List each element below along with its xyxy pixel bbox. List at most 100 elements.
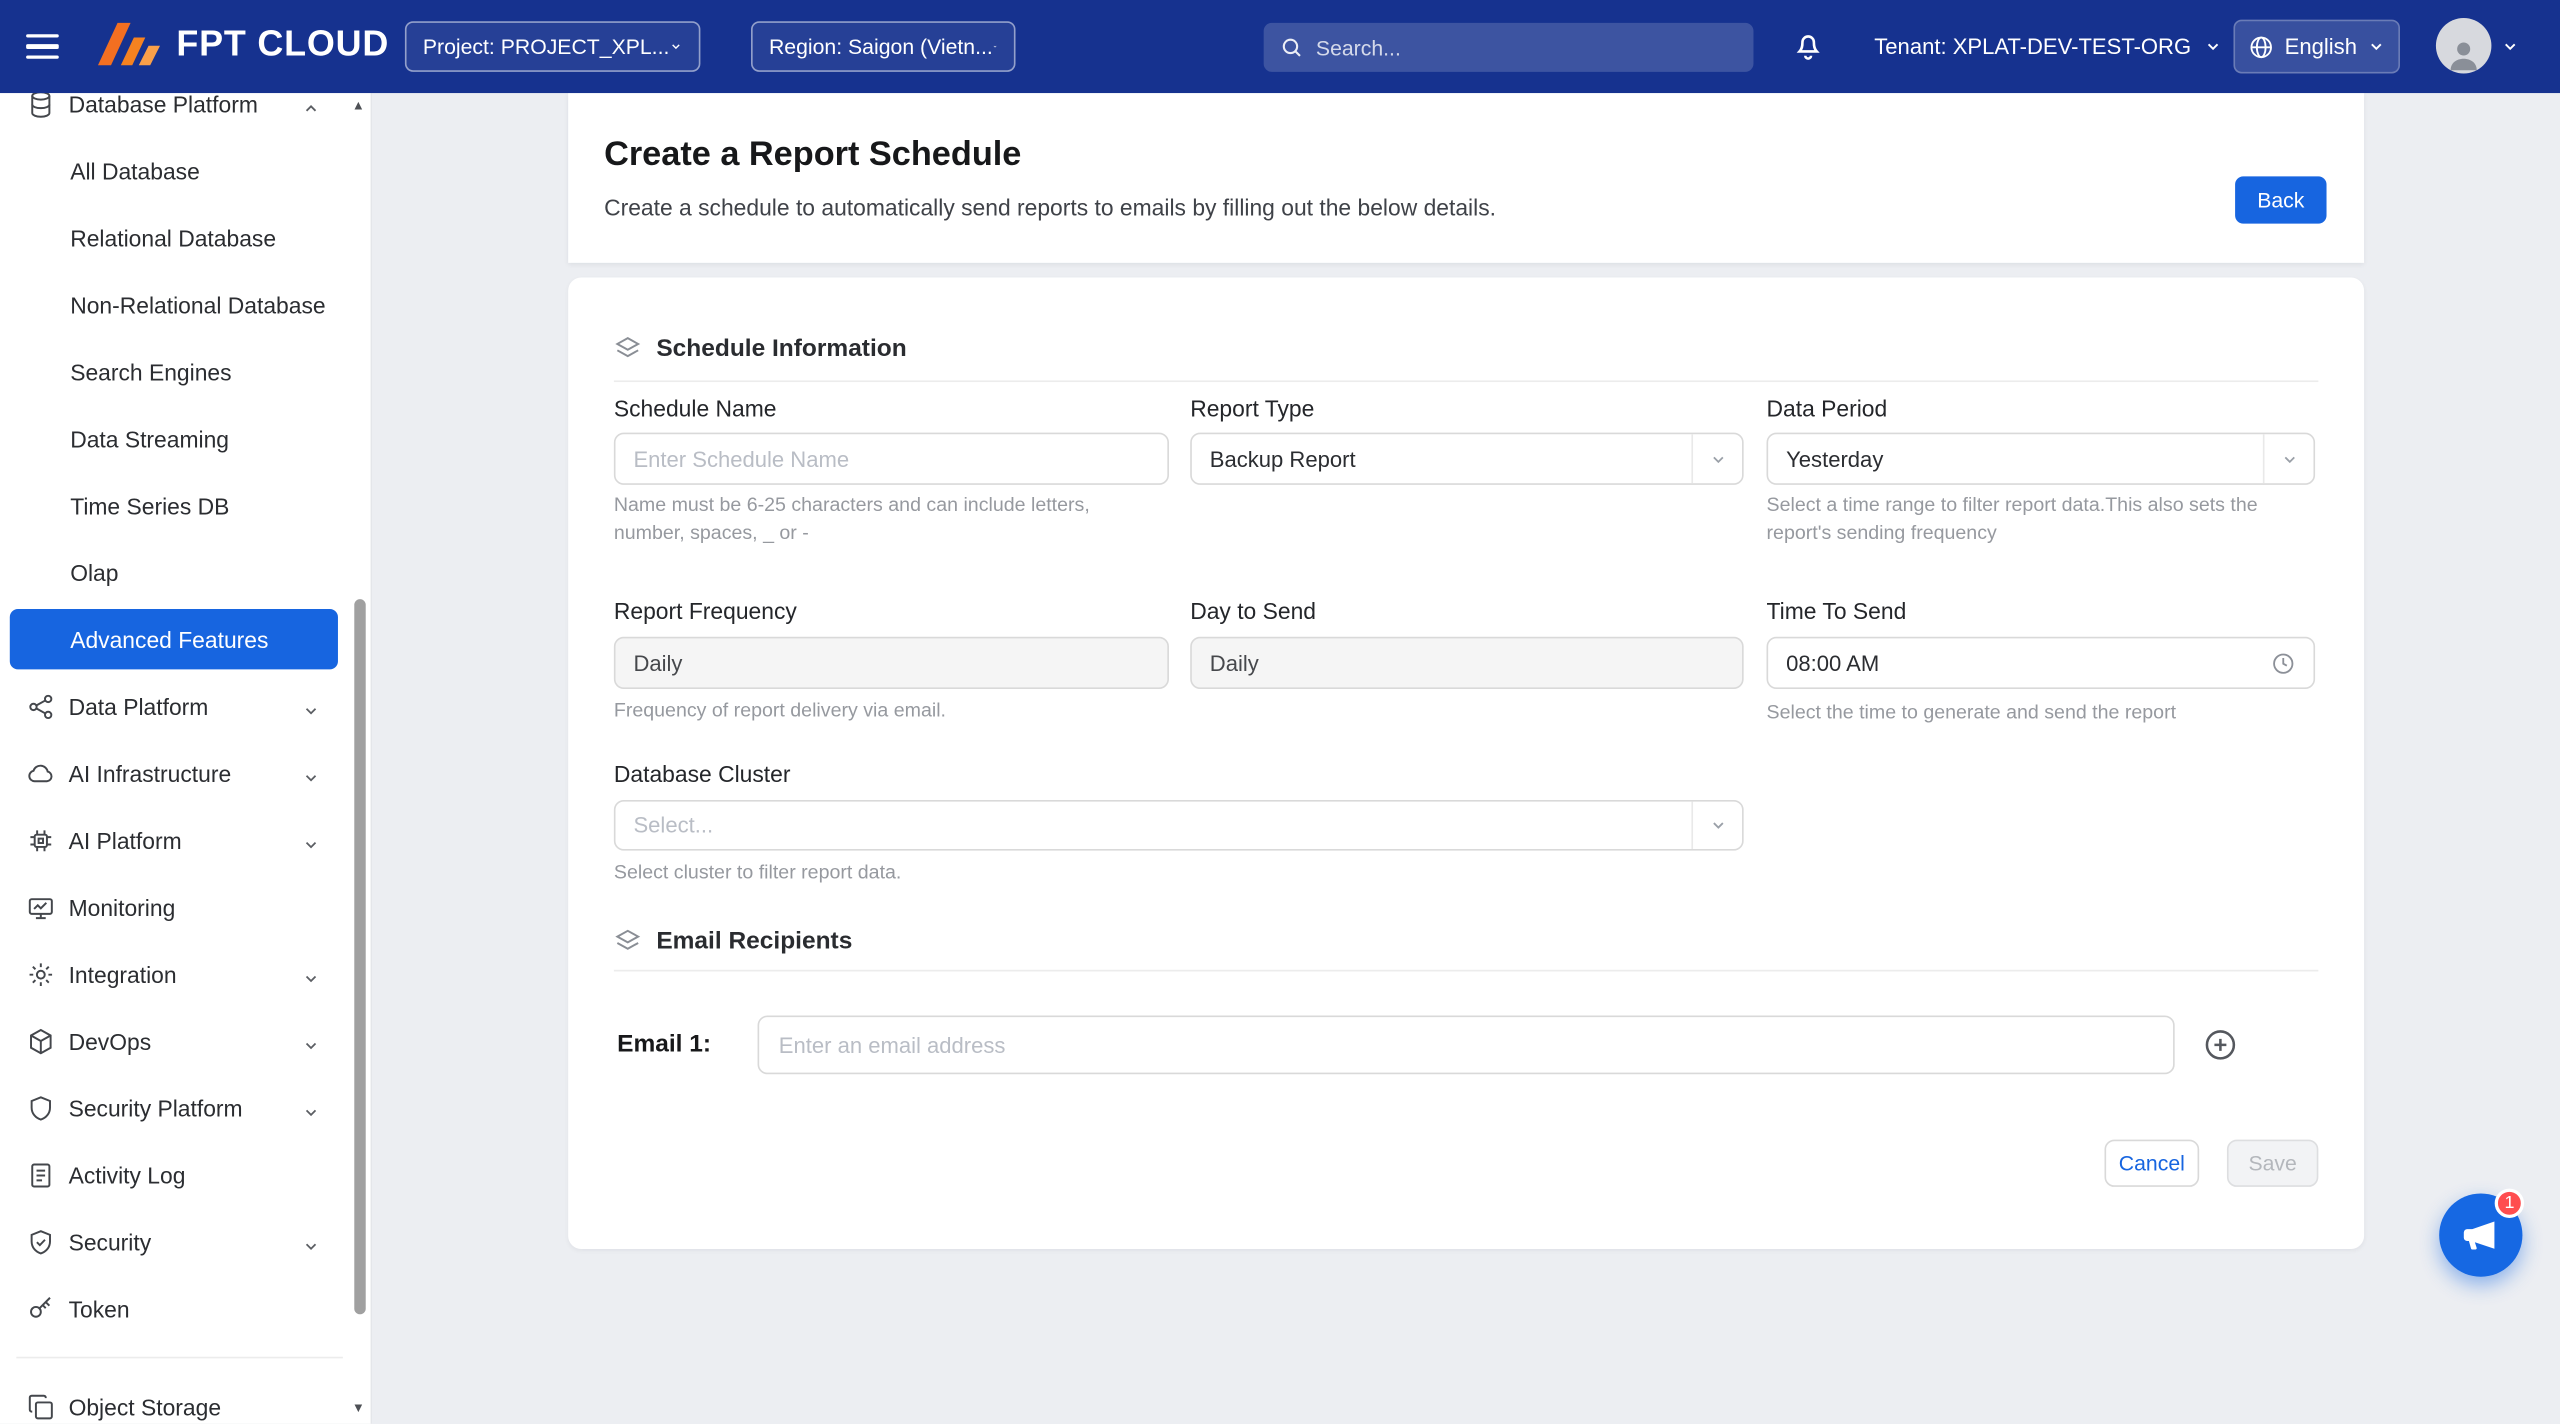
- sidebar-item-time-series-db[interactable]: Time Series DB: [0, 472, 359, 539]
- token-icon: [26, 1294, 55, 1323]
- sidebar-item-data-streaming[interactable]: Data Streaming: [0, 405, 359, 472]
- global-search: [1264, 23, 1754, 72]
- email-1-label: Email 1:: [617, 1030, 711, 1058]
- sidebar-scrollbar-thumb[interactable]: [354, 599, 365, 1314]
- database-cluster-hint: Select cluster to filter report data.: [614, 859, 1166, 887]
- ai-platform-icon: [26, 825, 55, 854]
- database-cluster-label: Database Cluster: [614, 761, 791, 787]
- time-to-send-value: 08:00 AM: [1786, 651, 1879, 675]
- report-type-label: Report Type: [1190, 395, 1314, 421]
- sidebar-divider: [16, 1357, 343, 1359]
- tenant-label: Tenant: XPLAT-DEV-TEST-ORG: [1874, 34, 2191, 58]
- data-period-label: Data Period: [1767, 395, 1888, 421]
- day-to-send-label: Day to Send: [1190, 598, 1316, 624]
- section-divider: [614, 380, 2318, 382]
- database-cluster-placeholder: Select...: [616, 813, 714, 837]
- sidebar-item-olap[interactable]: Olap: [0, 539, 359, 606]
- chevron-down-icon: [2263, 434, 2314, 483]
- chevron-down-icon: [669, 38, 682, 56]
- hamburger-menu-icon[interactable]: [26, 34, 59, 58]
- section-divider: [614, 970, 2318, 972]
- ai-infrastructure-icon: [26, 758, 55, 787]
- sidebar-item-data-platform[interactable]: Data Platform: [0, 673, 359, 740]
- page-subtitle: Create a schedule to automatically send …: [604, 194, 1496, 220]
- sidebar-scrollbar-down-arrow[interactable]: ▼: [349, 1401, 367, 1417]
- sidebar-item-devops[interactable]: DevOps: [0, 1007, 359, 1074]
- top-navbar: FPT CLOUD Project: PROJECT_XPL... Region…: [0, 0, 2560, 93]
- section-title: Email Recipients: [656, 927, 852, 955]
- chevron-down-icon: [302, 698, 320, 724]
- database-cluster-select[interactable]: Select...: [614, 800, 1744, 851]
- section-schedule-information: Schedule Information: [614, 335, 907, 363]
- globe-icon: [2249, 33, 2275, 59]
- avatar-person-icon: [2444, 34, 2483, 73]
- schedule-name-hint: Name must be 6-25 characters and can inc…: [614, 491, 1128, 547]
- time-to-send-input[interactable]: 08:00 AM: [1767, 637, 2316, 689]
- tenant-selector[interactable]: Tenant: XPLAT-DEV-TEST-ORG: [1874, 0, 2222, 93]
- section-email-recipients: Email Recipients: [614, 927, 852, 955]
- section-title: Schedule Information: [656, 335, 906, 363]
- sidebar-item-ai-platform[interactable]: AI Platform: [0, 807, 359, 874]
- time-to-send-label: Time To Send: [1767, 598, 1907, 624]
- account-menu[interactable]: [2436, 18, 2519, 74]
- sidebar-item-monitoring[interactable]: Monitoring: [0, 873, 359, 940]
- fpt-logo-mark-icon: [95, 20, 164, 69]
- sidebar-item-security[interactable]: Security: [0, 1208, 359, 1275]
- sidebar-group-label: Database Platform: [69, 93, 258, 117]
- fpt-cloud-logo[interactable]: FPT CLOUD: [95, 20, 390, 69]
- chevron-down-icon: [302, 832, 320, 858]
- sidebar-item-object-storage[interactable]: Object Storage: [0, 1373, 359, 1424]
- plus-circle-icon: [2202, 1027, 2238, 1063]
- schedule-name-input[interactable]: [614, 433, 1169, 485]
- sidebar-scrollbar-up-arrow[interactable]: ▲: [349, 98, 367, 114]
- security-platform-icon: [26, 1093, 55, 1122]
- sidebar-item-search-engines[interactable]: Search Engines: [0, 338, 359, 405]
- sidebar-item-advanced-features[interactable]: Advanced Features: [0, 606, 359, 673]
- active-item-highlight: Advanced Features: [10, 609, 338, 669]
- language-label: English: [2285, 34, 2357, 58]
- region-selector[interactable]: Region: Saigon (Vietn...: [751, 21, 1015, 72]
- notifications-button[interactable]: [1791, 28, 1825, 72]
- page-title: Create a Report Schedule: [604, 136, 1021, 175]
- data-period-select[interactable]: Yesterday: [1767, 433, 2316, 485]
- report-type-value: Backup Report: [1192, 447, 1356, 471]
- day-to-send-input: Daily: [1190, 637, 1743, 689]
- chevron-down-icon: [302, 765, 320, 791]
- sidebar-item-integration[interactable]: Integration: [0, 940, 359, 1007]
- email-1-input[interactable]: [758, 1016, 2175, 1075]
- add-email-button[interactable]: [2202, 1027, 2238, 1063]
- chevron-down-icon: [1691, 434, 1742, 483]
- region-selector-label: Region: Saigon (Vietn...: [769, 34, 993, 58]
- sidebar-item-non-relational-database[interactable]: Non-Relational Database: [0, 271, 359, 338]
- sidebar-item-relational-database[interactable]: Relational Database: [0, 204, 359, 271]
- sidebar-item-security-platform[interactable]: Security Platform: [0, 1074, 359, 1141]
- activity-log-icon: [26, 1160, 55, 1189]
- integration-icon: [26, 959, 55, 988]
- save-button[interactable]: Save: [2227, 1140, 2318, 1187]
- database-icon: [26, 93, 55, 118]
- cancel-button[interactable]: Cancel: [2104, 1140, 2199, 1187]
- language-selector[interactable]: English: [2233, 20, 2400, 74]
- project-selector[interactable]: Project: PROJECT_XPL...: [405, 21, 701, 72]
- sidebar-item-activity-log[interactable]: Activity Log: [0, 1141, 359, 1208]
- sidebar-item-ai-infrastructure[interactable]: AI Infrastructure: [0, 740, 359, 807]
- sidebar-item-all-database[interactable]: All Database: [0, 137, 359, 204]
- chevron-down-icon: [302, 1033, 320, 1059]
- bell-icon: [1791, 28, 1825, 64]
- chevron-down-icon: [2367, 38, 2385, 56]
- chevron-down-icon: [2501, 37, 2519, 55]
- search-input[interactable]: [1316, 35, 1737, 59]
- chevron-down-icon: [993, 38, 998, 56]
- chevron-down-icon: [302, 1100, 320, 1126]
- back-button[interactable]: Back: [2235, 176, 2326, 223]
- sidebar-item-token[interactable]: Token: [0, 1275, 359, 1342]
- report-frequency-label: Report Frequency: [614, 598, 797, 624]
- sidebar-group-database-platform[interactable]: Database Platform: [0, 93, 359, 137]
- time-to-send-hint: Select the time to generate and send the…: [1767, 699, 2319, 727]
- data-period-hint: Select a time range to filter report dat…: [1767, 491, 2298, 547]
- clock-icon: [2271, 651, 2295, 675]
- data-period-value: Yesterday: [1768, 447, 1883, 471]
- report-type-select[interactable]: Backup Report: [1190, 433, 1743, 485]
- search-icon: [1280, 36, 1303, 59]
- chevron-up-icon: [302, 96, 320, 122]
